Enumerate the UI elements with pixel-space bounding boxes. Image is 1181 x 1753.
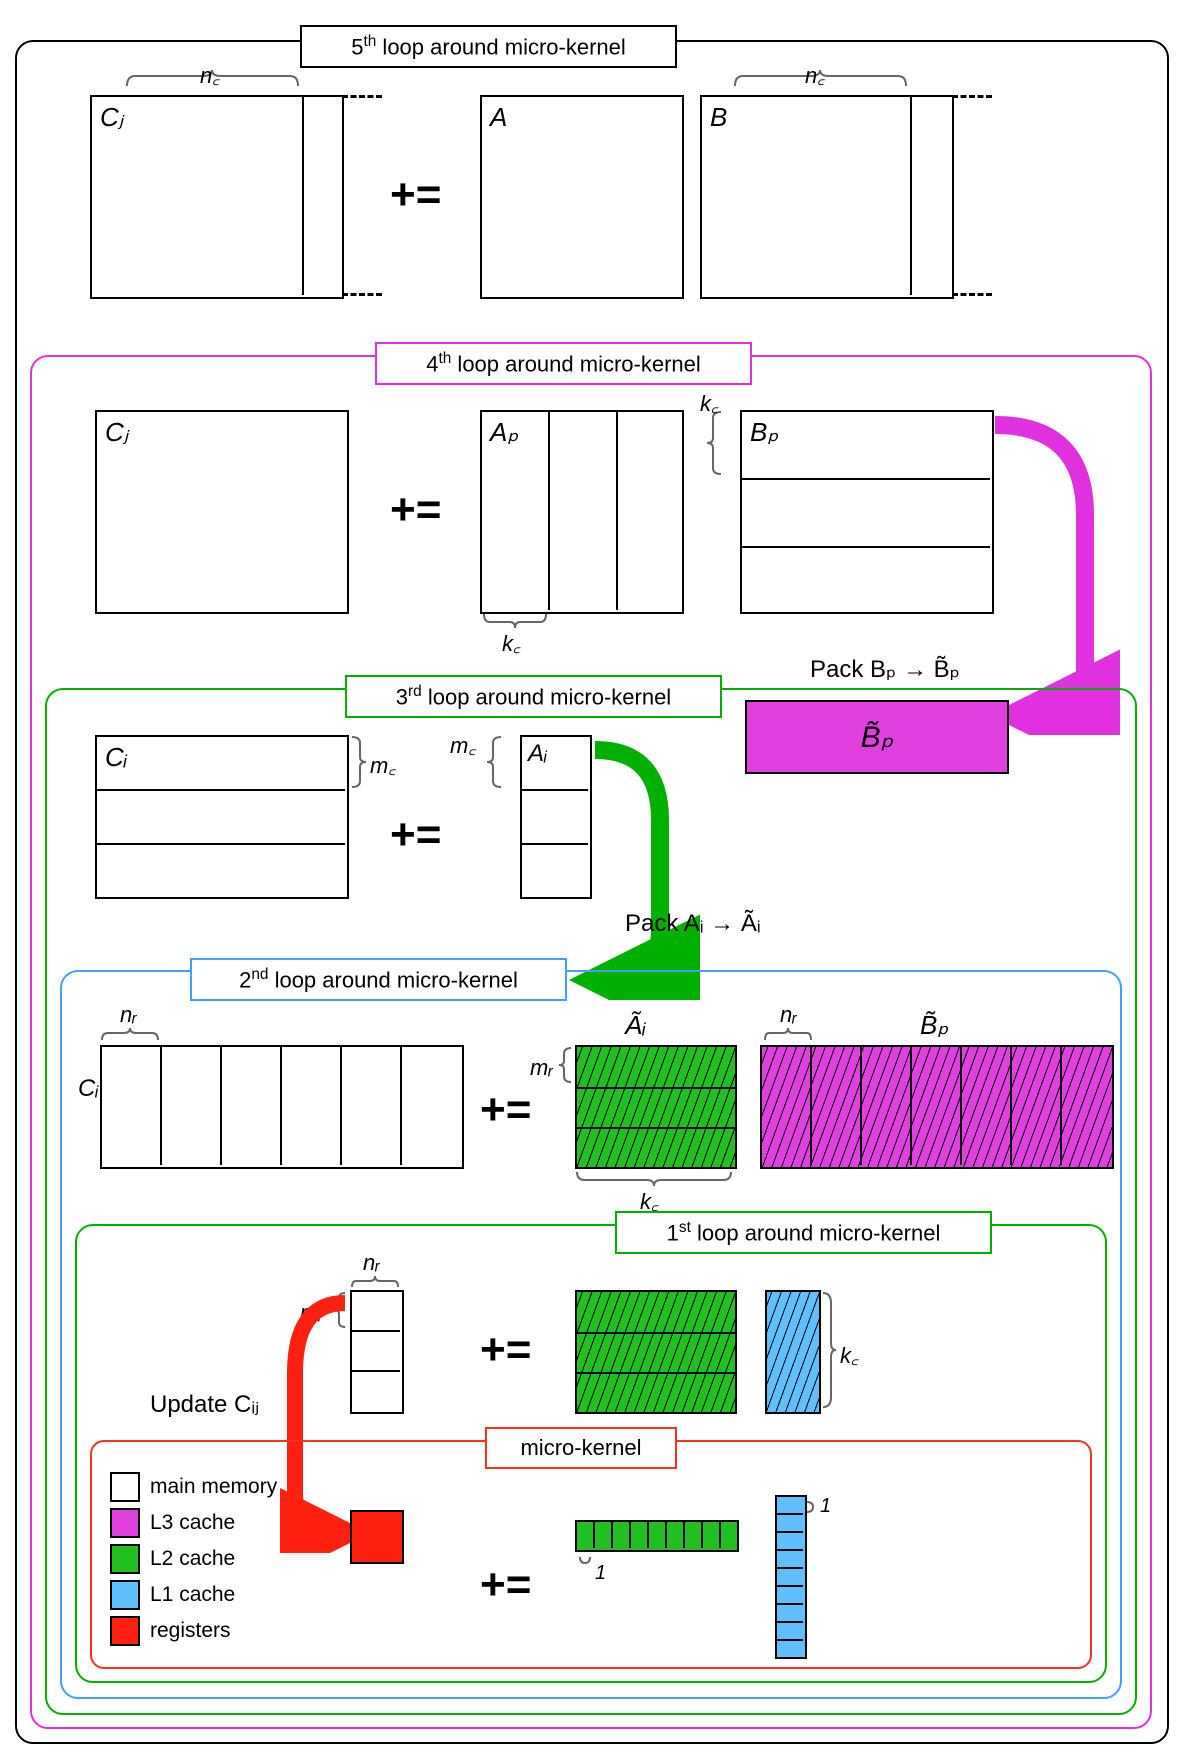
dim-mr-ai: mᵣ [530,1055,553,1081]
dim-kc-l1: k꜀ [840,1340,859,1370]
dim-nc-b: n꜀ [805,60,825,90]
A-microcol [575,1520,739,1552]
loop5-label: 5th loop around micro-kernel [300,25,677,68]
dim-kc-ap: k꜀ [502,628,521,658]
dim-mc-ci: m꜀ [370,750,396,780]
loop3-label: 3rd loop around micro-kernel [345,675,722,718]
matrix-Bp: Bₚ [740,410,994,614]
op-pluseq-2: += [390,485,441,535]
dim-nc-cj: n꜀ [200,60,220,90]
op-pluseq-3: += [390,810,441,860]
op-pluseq-4: += [480,1085,531,1135]
text-update-C: Update Cᵢⱼ [150,1390,259,1419]
gemm-loops-diagram: 5th loop around micro-kernel n꜀ n꜀ Cⱼ +=… [0,0,1181,1753]
dim-1-b: 1 [820,1495,831,1518]
op-pluseq-5: += [480,1325,531,1375]
matrix-Cj-1: Cⱼ [90,95,344,299]
matrix-A: A [480,95,684,299]
op-pluseq-6: += [480,1560,531,1610]
legend-main: main memory [110,1472,277,1502]
matrix-Cj-2: Cⱼ [95,410,349,614]
B-microrow [775,1495,807,1659]
Bp-tilde-cache: B̃ₚ [745,700,1009,774]
arrow-pack-A [560,740,700,1000]
dim-kc-bp: k꜀ [700,388,719,418]
loop4-label: 4th loop around micro-kernel [375,342,752,385]
matrix-B: B [700,95,954,299]
Ai-tilde-l1 [575,1290,737,1414]
Ai-tilde-cache [575,1045,737,1169]
legend-l1: L1 cache [110,1580,235,1610]
legend-reg: registers [110,1616,231,1646]
text-pack-A: Pack Aᵢ → Ãᵢ [625,910,761,938]
dim-1-a: 1 [595,1562,606,1585]
register-block [350,1510,404,1564]
matrix-Ap: Aₚ [480,410,684,614]
text-pack-B: Pack Bₚ → B̃ₚ [810,655,960,684]
legend-l2: L2 cache [110,1544,235,1574]
Bp-tilde-l1 [765,1290,821,1414]
microkernel-label: micro-kernel [485,1427,677,1469]
dim-mc-ai: m꜀ [450,730,476,760]
matrix-Ci-1: Cᵢ [95,735,349,899]
loop1-label: 1st loop around micro-kernel [615,1211,992,1254]
arrow-pack-B [990,415,1120,735]
op-pluseq-1: += [390,170,441,220]
matrix-Ci-2 [100,1045,464,1169]
loop2-label: 2nd loop around micro-kernel [190,958,567,1001]
legend-l3: L3 cache [110,1508,235,1538]
